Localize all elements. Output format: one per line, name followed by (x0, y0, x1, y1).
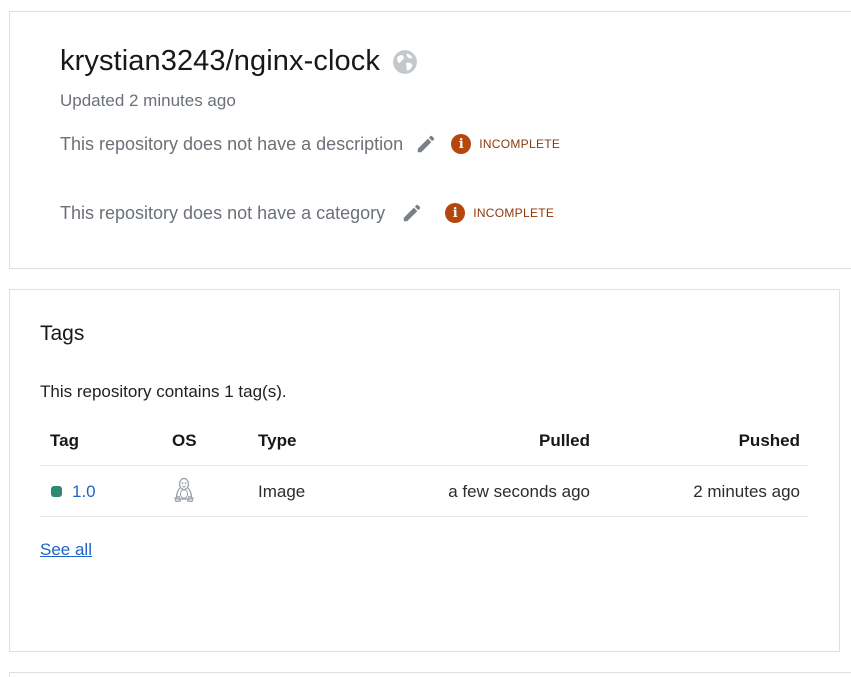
column-header-os: OS (172, 431, 197, 450)
globe-icon (392, 49, 418, 75)
column-header-tag: Tag (50, 431, 79, 450)
tag-type: Image (258, 482, 306, 501)
tags-table-header: Tag OS Type Pulled Pushed (40, 418, 808, 466)
description-row: This repository does not have a descript… (60, 133, 560, 155)
tag-pulled-time: a few seconds ago (448, 482, 590, 501)
tags-summary: This repository contains 1 tag(s). (40, 382, 287, 401)
incomplete-label: INCOMPLETE (479, 137, 561, 151)
tags-table: Tag OS Type Pulled Pushed 1.0 Image a fe… (40, 418, 808, 517)
edit-category-pencil-icon[interactable] (401, 202, 423, 224)
table-row: 1.0 Image a few seconds ago 2 minutes ag… (40, 466, 808, 517)
category-incomplete-badge: i INCOMPLETE (445, 203, 554, 223)
tags-card: Tags This repository contains 1 tag(s). … (9, 289, 840, 652)
repository-info-card: krystian3243/nginx-clock Updated 2 minut… (9, 11, 851, 269)
see-all-tags-link[interactable]: See all (40, 540, 92, 560)
repository-title-row: krystian3243/nginx-clock (60, 45, 418, 78)
tags-heading: Tags (40, 322, 85, 345)
info-icon: i (445, 203, 466, 223)
tag-link[interactable]: 1.0 (72, 482, 96, 502)
tag-pushed-time: 2 minutes ago (693, 482, 800, 501)
category-row: This repository does not have a category… (60, 202, 554, 224)
column-header-type: Type (258, 431, 297, 450)
incomplete-label: INCOMPLETE (473, 206, 555, 220)
column-header-pulled: Pulled (538, 431, 590, 450)
tag-status-indicator (51, 486, 62, 497)
description-text: This repository does not have a descript… (60, 133, 404, 154)
linux-icon (172, 477, 196, 505)
repository-title: krystian3243/nginx-clock (60, 45, 380, 77)
updated-timestamp: Updated 2 minutes ago (60, 91, 236, 110)
category-text: This repository does not have a category (60, 202, 386, 223)
description-incomplete-badge: i INCOMPLETE (451, 134, 560, 154)
info-icon: i (451, 134, 472, 154)
column-header-pushed: Pushed (738, 431, 800, 450)
next-section-card (9, 672, 851, 677)
edit-description-pencil-icon[interactable] (415, 133, 437, 155)
